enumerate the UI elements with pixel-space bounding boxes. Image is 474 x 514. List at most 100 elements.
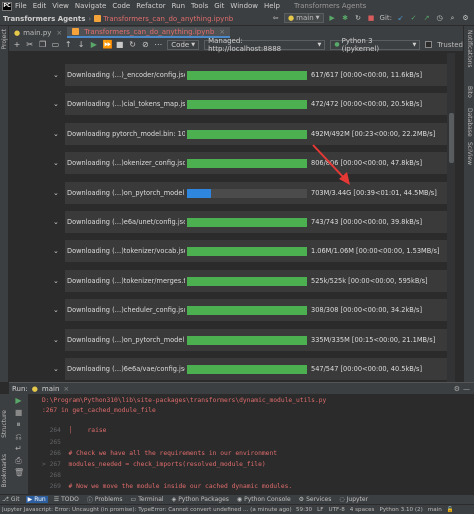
- menu-view[interactable]: View: [52, 2, 69, 10]
- tab-python-packages[interactable]: ◈ Python Packages: [170, 496, 231, 503]
- trusted-checkbox[interactable]: [425, 41, 433, 48]
- caret-position[interactable]: 59:30: [296, 507, 312, 513]
- menu-window[interactable]: Window: [230, 2, 258, 10]
- run-cell-icon[interactable]: ▶: [90, 40, 98, 49]
- line-separator[interactable]: LF: [317, 507, 323, 513]
- run-all-icon[interactable]: ⏩: [103, 40, 113, 49]
- tab-todo[interactable]: ☰ TODO: [52, 496, 81, 503]
- print-icon[interactable]: ⎙: [14, 456, 23, 465]
- close-icon[interactable]: ×: [56, 29, 62, 37]
- tab-problems[interactable]: ⓘ Problems: [85, 495, 125, 504]
- breadcrumb-project[interactable]: Transformers Agents: [3, 15, 85, 23]
- kernel-select[interactable]: ● Python 3 (ipykernel) ▼: [330, 37, 421, 53]
- output-scrollbar-thumb[interactable]: [449, 113, 454, 163]
- back-arrow-icon[interactable]: ⇦: [271, 14, 280, 23]
- tab-main-py[interactable]: ● main.py ×: [9, 27, 67, 38]
- stop-icon[interactable]: ■: [14, 408, 23, 417]
- server-value: Managed: http://localhost:8888: [208, 36, 282, 53]
- collapse-output-chevron-icon[interactable]: ⌄: [53, 159, 61, 167]
- debug-icon[interactable]: ✱: [341, 14, 350, 23]
- paste-icon[interactable]: ▭: [51, 40, 60, 49]
- menu-refactor[interactable]: Refactor: [136, 2, 165, 10]
- menu-navigate[interactable]: Navigate: [75, 2, 106, 10]
- collapse-output-chevron-icon[interactable]: ⌄: [53, 277, 61, 285]
- git-update-icon[interactable]: ↙: [396, 14, 405, 23]
- collapse-output-chevron-icon[interactable]: ⌄: [53, 130, 61, 138]
- tab-terminal[interactable]: ▭ Terminal: [129, 496, 166, 503]
- soft-wrap-icon[interactable]: ↵: [14, 444, 23, 453]
- notifications-tab[interactable]: Notifications: [466, 30, 473, 68]
- status-message[interactable]: Jupyter Javascript: Error: Uncaught (in …: [2, 507, 292, 513]
- stop-icon[interactable]: ■: [367, 14, 376, 23]
- settings-icon[interactable]: ⚙: [461, 14, 470, 23]
- search-icon[interactable]: ⌕: [448, 14, 457, 23]
- add-cell-icon[interactable]: +: [13, 40, 21, 49]
- collapse-output-chevron-icon[interactable]: ⌄: [53, 365, 61, 373]
- python-file-icon: ●: [14, 28, 21, 37]
- collapse-output-chevron-icon[interactable]: ⌄: [53, 336, 61, 344]
- collapse-output-chevron-icon[interactable]: ⌄: [53, 71, 61, 79]
- download-stats: 472/472 [00:00<00:00, 20.5kB/s]: [311, 100, 423, 108]
- collapse-output-chevron-icon[interactable]: ⌄: [53, 247, 61, 255]
- menu-tools[interactable]: Tools: [191, 2, 208, 10]
- structure-tab[interactable]: Structure: [1, 410, 8, 438]
- collapse-output-chevron-icon[interactable]: ⌄: [53, 306, 61, 314]
- git-push-icon[interactable]: ↗: [422, 14, 431, 23]
- menu-run[interactable]: Run: [172, 2, 185, 10]
- tab-services[interactable]: ⚙ Services: [297, 496, 334, 503]
- run-config-tab[interactable]: main: [42, 385, 60, 393]
- server-select[interactable]: Managed: http://localhost:8888 ▼: [204, 36, 326, 53]
- collapse-output-chevron-icon[interactable]: ⌄: [53, 189, 61, 197]
- close-icon[interactable]: ×: [219, 28, 225, 36]
- bito-tab[interactable]: Bito: [466, 86, 473, 98]
- settings-icon[interactable]: ⚙: [454, 385, 460, 393]
- project-tool-window-tab[interactable]: Project: [1, 29, 8, 50]
- file-encoding[interactable]: UTF-8: [328, 507, 344, 513]
- menu-git[interactable]: Git: [214, 2, 224, 10]
- bookmarks-tab[interactable]: Bookmarks: [1, 454, 8, 488]
- git-branch[interactable]: main: [428, 507, 442, 513]
- git-commit-icon[interactable]: ✓: [409, 14, 418, 23]
- run-console-output[interactable]: D:\Program\Python310\lib\site-packages\t…: [28, 394, 474, 494]
- rerun-icon[interactable]: ▶: [14, 396, 23, 405]
- history-icon[interactable]: ◷: [435, 14, 444, 23]
- move-up-icon[interactable]: ↑: [64, 40, 72, 49]
- chevron-down-icon: ▼: [315, 15, 320, 21]
- menu-file[interactable]: File: [15, 2, 27, 10]
- copy-icon[interactable]: ❐: [39, 40, 47, 49]
- run-icon[interactable]: ▶: [328, 14, 337, 23]
- tab-git[interactable]: ⎇ Git: [0, 496, 22, 503]
- jupyter-icon: ◌: [339, 496, 345, 503]
- menu-help[interactable]: Help: [264, 2, 280, 10]
- sciview-tab[interactable]: SciView: [466, 142, 473, 165]
- delete-icon[interactable]: 🗑: [14, 468, 24, 477]
- breadcrumb-file[interactable]: Transformers_can_do_anything.ipynb: [94, 15, 233, 23]
- cell-type-select[interactable]: Code ▼: [167, 39, 200, 50]
- tab-jupyter[interactable]: ◌ Jupyter: [337, 496, 370, 503]
- cut-icon[interactable]: ✂: [26, 40, 34, 49]
- collapse-output-chevron-icon[interactable]: ⌄: [53, 100, 61, 108]
- clear-outputs-icon[interactable]: ⊘: [141, 40, 149, 49]
- tab-run[interactable]: ▶ Run: [25, 496, 48, 503]
- pause-icon[interactable]: ⏸: [14, 420, 23, 429]
- interrupt-icon[interactable]: ■: [116, 40, 124, 49]
- cell-type-value: Code: [171, 40, 190, 49]
- collapse-output-chevron-icon[interactable]: ⌄: [53, 218, 61, 226]
- tab-python-console[interactable]: ◉ Python Console: [235, 496, 293, 503]
- lock-icon[interactable]: 🔓: [447, 507, 454, 513]
- tab-notebook[interactable]: Transformers_can_do_anything.ipynb ×: [67, 27, 231, 38]
- move-down-icon[interactable]: ↓: [77, 40, 85, 49]
- interpreter-selector[interactable]: Python 3.10 (2): [379, 507, 422, 513]
- menu-edit[interactable]: Edit: [33, 2, 47, 10]
- restore-layout-icon[interactable]: ⎌: [14, 432, 23, 441]
- output-scrollbar[interactable]: [447, 53, 455, 382]
- hide-panel-icon[interactable]: —: [463, 385, 470, 393]
- close-icon[interactable]: ×: [63, 385, 69, 393]
- refresh-icon[interactable]: ↻: [354, 14, 363, 23]
- run-config-selector[interactable]: ● main ▼: [284, 13, 324, 23]
- database-tab[interactable]: Database: [466, 108, 473, 137]
- indent-setting[interactable]: 4 spaces: [350, 507, 375, 513]
- restart-kernel-icon[interactable]: ↻: [129, 40, 137, 49]
- more-icon[interactable]: ⋯: [154, 40, 162, 49]
- menu-code[interactable]: Code: [112, 2, 130, 10]
